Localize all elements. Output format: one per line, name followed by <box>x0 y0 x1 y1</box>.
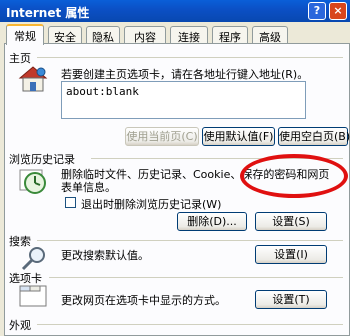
tab-content[interactable]: 内容 <box>124 26 166 44</box>
delete-history-button[interactable]: 删除(D)... <box>177 212 247 231</box>
search-settings-button[interactable]: 设置(I) <box>255 245 327 264</box>
delete-on-exit-checkbox[interactable] <box>65 197 76 208</box>
tabs-divider <box>49 277 343 278</box>
use-default-button[interactable]: 使用默认值(F) <box>202 127 275 146</box>
tab-advanced[interactable]: 高级 <box>252 26 288 44</box>
history-group-title: 浏览历史记录 <box>9 153 75 166</box>
home-page-input[interactable]: about:blank <box>61 81 306 119</box>
tab-connections[interactable]: 连接 <box>170 26 208 44</box>
history-clock-icon <box>17 166 49 196</box>
tab-general[interactable]: 常规 <box>6 24 44 45</box>
tabs-description: 更改网页在选项卡中显示的方式。 <box>61 294 226 307</box>
tab-strip: 常规 安全 隐私 内容 连接 程序 高级 <box>4 24 350 45</box>
search-divider <box>37 240 343 241</box>
title-bar[interactable]: Internet 属性 ? × <box>0 0 350 22</box>
highlight-ellipse <box>240 154 348 198</box>
tabs-window-icon <box>17 282 49 310</box>
close-button[interactable]: × <box>329 2 347 20</box>
tab-programs[interactable]: 程序 <box>212 26 248 44</box>
delete-on-exit-label[interactable]: 退出时删除浏览历史记录(W) <box>81 196 221 212</box>
search-description: 更改搜索默认值。 <box>61 249 149 262</box>
home-divider <box>37 57 343 58</box>
history-settings-button[interactable]: 设置(S) <box>255 212 327 231</box>
home-icon <box>17 64 49 94</box>
appearance-group-title: 外观 <box>9 319 31 332</box>
appearance-divider <box>37 324 343 325</box>
tab-privacy[interactable]: 隐私 <box>86 26 120 44</box>
home-description: 若要创建主页选项卡，请在各地址行键入地址(R)。 <box>61 68 309 81</box>
tabs-settings-button[interactable]: 设置(T) <box>255 290 327 309</box>
history-description-line2: 表单信息。 <box>61 181 116 194</box>
tab-security[interactable]: 安全 <box>48 26 82 44</box>
help-button[interactable]: ? <box>308 2 326 20</box>
use-blank-button[interactable]: 使用空白页(B) <box>278 127 350 146</box>
search-magnifier-icon <box>19 244 49 272</box>
window-title: Internet 属性 <box>6 6 90 20</box>
use-current-button[interactable]: 使用当前页(C) <box>125 127 199 146</box>
